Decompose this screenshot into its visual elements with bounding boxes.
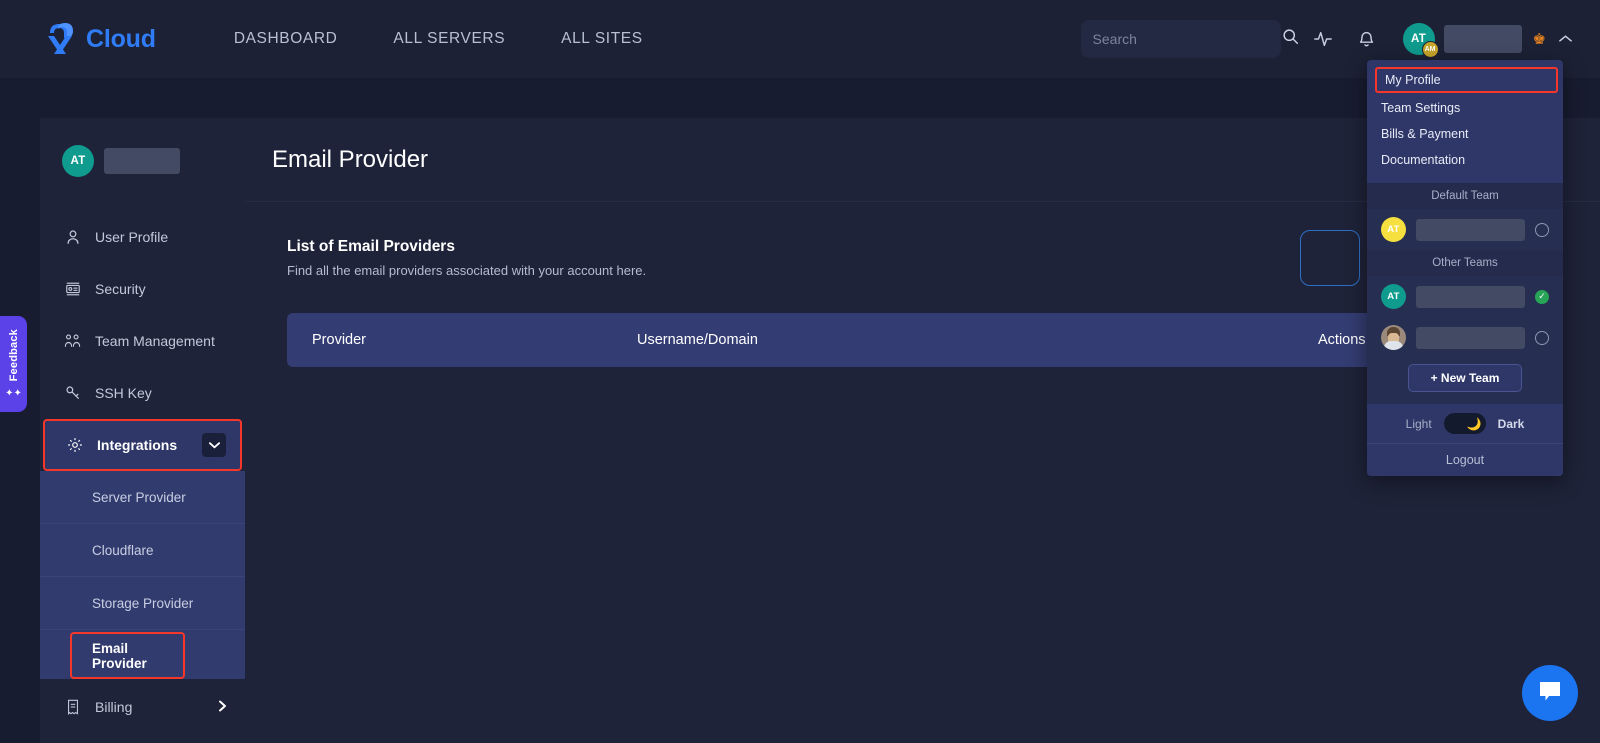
submenu-item-storage-provider[interactable]: Storage Provider <box>40 577 245 630</box>
chat-bubble-button[interactable] <box>1522 665 1578 721</box>
dropdown-item-bills-payment[interactable]: Bills & Payment <box>1367 121 1563 147</box>
sidebar-item-user-profile[interactable]: User Profile <box>40 211 245 263</box>
team-icon <box>64 333 81 349</box>
team-radio[interactable] <box>1535 223 1549 237</box>
chat-bubble-icon <box>1537 679 1563 708</box>
team-avatar: AT <box>1381 284 1406 309</box>
other-teams-label: Other Teams <box>1367 250 1563 276</box>
chevron-down-icon[interactable] <box>202 433 226 457</box>
new-team-button[interactable]: + New Team <box>1408 364 1523 392</box>
brand-name: Cloud <box>86 25 156 54</box>
dropdown-item-documentation[interactable]: Documentation <box>1367 147 1563 173</box>
crown-icon: ♚ <box>1533 30 1546 48</box>
theme-light-label: Light <box>1406 417 1432 431</box>
search-icon[interactable] <box>1282 28 1299 50</box>
team-row-default[interactable]: AT <box>1367 209 1563 250</box>
activity-pulse-icon[interactable] <box>1301 17 1345 61</box>
submenu-item-server-provider[interactable]: Server Provider <box>40 471 245 524</box>
user-icon <box>64 229 81 245</box>
team-row-other-2[interactable] <box>1367 317 1563 358</box>
sidebar-item-label: Team Management <box>95 333 215 349</box>
sidebar-item-label: SSH Key <box>95 385 152 401</box>
brand-logo[interactable]: Cloud <box>38 19 156 59</box>
chevron-right-icon[interactable] <box>218 700 227 715</box>
top-nav: DASHBOARD ALL SERVERS ALL SITES <box>234 20 643 58</box>
column-header-provider: Provider <box>287 332 637 348</box>
app-root: Cloud DASHBOARD ALL SERVERS ALL SITES <box>0 0 1600 743</box>
chevron-up-icon[interactable] <box>1559 32 1572 46</box>
sidebar-profile-name-redacted <box>104 148 180 174</box>
dropdown-item-my-profile[interactable]: My Profile <box>1375 67 1558 93</box>
team-row-other-1[interactable]: AT ✓ <box>1367 276 1563 317</box>
sidebar: AT User Profile Security Team Man <box>40 118 245 743</box>
sidebar-item-team-management[interactable]: Team Management <box>40 315 245 367</box>
sparkles-icon: ✦✦ <box>5 388 22 399</box>
sidebar-item-ssh-key[interactable]: SSH Key <box>40 367 245 419</box>
team-name-redacted <box>1416 219 1525 241</box>
feedback-label: Feedback <box>8 329 20 381</box>
sidebar-avatar: AT <box>62 145 94 177</box>
theme-toggle-row: Light 🌙 Dark <box>1367 404 1563 443</box>
security-icon <box>64 281 81 297</box>
hidden-pill-outline <box>1300 230 1360 286</box>
sidebar-item-label: Integrations <box>97 437 177 453</box>
profile-chip[interactable]: AT AM ♚ <box>1403 23 1572 55</box>
search-box[interactable] <box>1081 20 1281 58</box>
sidebar-profile[interactable]: AT <box>40 118 245 177</box>
avatar-badge: AM <box>1422 41 1439 58</box>
sidebar-item-integrations[interactable]: Integrations <box>43 419 242 471</box>
team-radio[interactable] <box>1535 331 1549 345</box>
sidebar-item-label: User Profile <box>95 229 168 245</box>
profile-dropdown: My Profile Team Settings Bills & Payment… <box>1367 60 1563 476</box>
dropdown-links: My Profile Team Settings Bills & Payment… <box>1367 60 1563 183</box>
gear-icon <box>66 437 83 453</box>
column-header-username-domain: Username/Domain <box>637 332 1318 348</box>
nav-all-servers[interactable]: ALL SERVERS <box>393 20 505 58</box>
team-avatar-photo <box>1381 325 1406 350</box>
team-name-redacted <box>1416 327 1525 349</box>
submenu-item-email-provider[interactable]: Email Provider <box>70 632 185 679</box>
page-title: Email Provider <box>272 146 428 174</box>
sidebar-item-label: Security <box>95 281 146 297</box>
avatar: AT AM <box>1403 23 1435 55</box>
integrations-submenu: Server Provider Cloudflare Storage Provi… <box>40 471 245 679</box>
dropdown-item-team-settings[interactable]: Team Settings <box>1367 95 1563 121</box>
moon-icon: 🌙 <box>1467 418 1482 430</box>
sidebar-item-billing[interactable]: Billing <box>40 681 245 733</box>
new-team-row: + New Team <box>1367 358 1563 404</box>
sidebar-item-security[interactable]: Security <box>40 263 245 315</box>
submenu-item-cloudflare[interactable]: Cloudflare <box>40 524 245 577</box>
default-team-label: Default Team <box>1367 183 1563 209</box>
key-icon <box>64 385 81 401</box>
sidebar-item-label: Billing <box>95 699 132 715</box>
receipt-icon <box>64 699 81 715</box>
feedback-tab[interactable]: Feedback ✦✦ <box>0 316 27 412</box>
sidebar-nav: User Profile Security Team Management SS… <box>40 211 245 733</box>
bell-icon[interactable] <box>1345 17 1389 61</box>
nav-all-sites[interactable]: ALL SITES <box>561 20 643 58</box>
team-avatar: AT <box>1381 217 1406 242</box>
profile-name-redacted <box>1444 25 1522 53</box>
logout-button[interactable]: Logout <box>1367 443 1563 476</box>
team-radio-selected[interactable]: ✓ <box>1535 290 1549 304</box>
nav-dashboard[interactable]: DASHBOARD <box>234 20 338 58</box>
theme-dark-label: Dark <box>1498 417 1525 431</box>
search-input[interactable] <box>1093 31 1274 47</box>
cloud-logo-icon <box>38 19 80 59</box>
theme-toggle[interactable]: 🌙 <box>1444 413 1486 434</box>
top-bar: Cloud DASHBOARD ALL SERVERS ALL SITES <box>0 0 1600 78</box>
team-name-redacted <box>1416 286 1525 308</box>
